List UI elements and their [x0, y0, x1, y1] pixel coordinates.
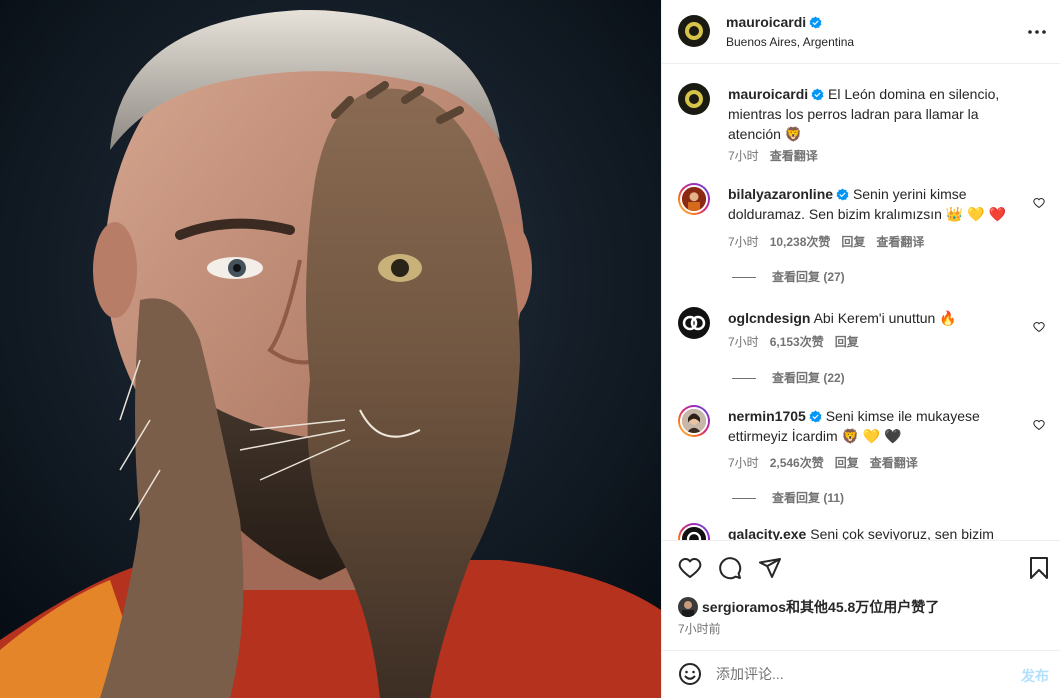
comment-username[interactable]: bilalyazaronline	[728, 186, 833, 202]
comment-body: Seni çok seviyoruz, sen bizim	[810, 526, 994, 540]
verified-icon	[809, 16, 822, 29]
comment-meta: 7小时 2,546次赞 回复 查看翻译	[728, 454, 929, 471]
heart-icon[interactable]	[1033, 321, 1045, 333]
post-location[interactable]: Buenos Aires, Argentina	[726, 35, 854, 49]
commenter-avatar[interactable]	[678, 183, 710, 215]
comment-time: 7小时	[728, 456, 759, 470]
comment-translate[interactable]: 查看翻译	[870, 456, 918, 470]
likes-count-text: 和其他45.8万位用户赞了	[786, 599, 940, 615]
comment-likes[interactable]: 2,546次赞	[770, 456, 824, 470]
view-replies-button[interactable]: 查看回复 (22)	[732, 369, 845, 386]
caption-username[interactable]: mauroicardi	[728, 86, 808, 102]
liker-username[interactable]: sergioramos	[702, 599, 786, 615]
heart-icon[interactable]	[1033, 419, 1045, 431]
share-icon[interactable]	[758, 556, 782, 580]
caption-text: mauroicardi El León domina en silencio, …	[728, 84, 1028, 144]
heart-icon[interactable]	[1033, 197, 1045, 209]
verified-icon	[836, 188, 849, 201]
likes-summary[interactable]: sergioramos和其他45.8万位用户赞了	[678, 597, 939, 617]
comment-username[interactable]: galacity.exe	[728, 526, 806, 540]
heart-icon[interactable]	[678, 556, 702, 580]
comment-text: bilalyazaronline Senin yerini kimse dold…	[728, 184, 1028, 224]
comment-input[interactable]	[716, 663, 1006, 685]
caption-meta: 7小时 查看翻译	[728, 147, 829, 164]
commenter-avatar[interactable]	[678, 307, 710, 339]
comment-time: 7小时	[728, 235, 759, 249]
post-sidebar: mauroicardi Buenos Aires, Argentina maur…	[661, 0, 1060, 698]
replies-line	[732, 498, 756, 500]
comment-icon[interactable]	[718, 556, 742, 580]
post-image	[0, 0, 661, 698]
view-replies-button[interactable]: 查看回复 (27)	[732, 268, 845, 285]
liker-avatar	[678, 597, 698, 617]
caption-time: 7小时	[728, 149, 759, 163]
comments-list[interactable]: mauroicardi El León domina en silencio, …	[662, 65, 1060, 540]
reply-button[interactable]: 回复	[841, 235, 865, 249]
comment-text: galacity.exe Seni çok seviyoruz, sen biz…	[728, 524, 1028, 540]
verified-icon	[809, 410, 822, 423]
comment-username[interactable]: oglcndesign	[728, 310, 810, 326]
comment-body: Abi Kerem'i unuttun 🔥	[813, 310, 957, 326]
comment-translate[interactable]: 查看翻译	[876, 235, 924, 249]
more-icon[interactable]	[1027, 22, 1047, 42]
author-username[interactable]: mauroicardi	[726, 14, 822, 30]
bookmark-icon[interactable]	[1027, 556, 1051, 580]
post-time: 7小时前	[678, 622, 721, 636]
comment-likes[interactable]: 6,153次赞	[770, 335, 824, 349]
caption-avatar[interactable]	[678, 83, 710, 115]
commenter-avatar[interactable]	[678, 405, 710, 437]
comment-meta: 7小时 10,238次赞 回复 查看翻译	[728, 233, 935, 250]
post-comment-button[interactable]: 发布	[1021, 666, 1049, 686]
verified-icon	[811, 88, 824, 101]
comment-text: nermin1705 Seni kimse ile mukayese ettir…	[728, 406, 1028, 446]
reply-button[interactable]: 回复	[835, 335, 859, 349]
commenter-avatar[interactable]	[678, 523, 710, 540]
replies-line	[732, 277, 756, 279]
comment-likes[interactable]: 10,238次赞	[770, 235, 831, 249]
comment-time: 7小时	[728, 335, 759, 349]
comment-text: oglcndesign Abi Kerem'i unuttun 🔥	[728, 308, 1028, 328]
comment-composer: 发布	[662, 650, 1060, 698]
emoji-icon[interactable]	[678, 662, 702, 686]
comment-username[interactable]: nermin1705	[728, 408, 806, 424]
comment-meta: 7小时 6,153次赞 回复	[728, 333, 870, 350]
author-avatar[interactable]	[678, 15, 710, 47]
reply-button[interactable]: 回复	[835, 456, 859, 470]
view-replies-button[interactable]: 查看回复 (11)	[732, 489, 844, 506]
post-header: mauroicardi Buenos Aires, Argentina	[662, 0, 1060, 64]
caption-translate[interactable]: 查看翻译	[770, 149, 818, 163]
replies-line	[732, 378, 756, 380]
